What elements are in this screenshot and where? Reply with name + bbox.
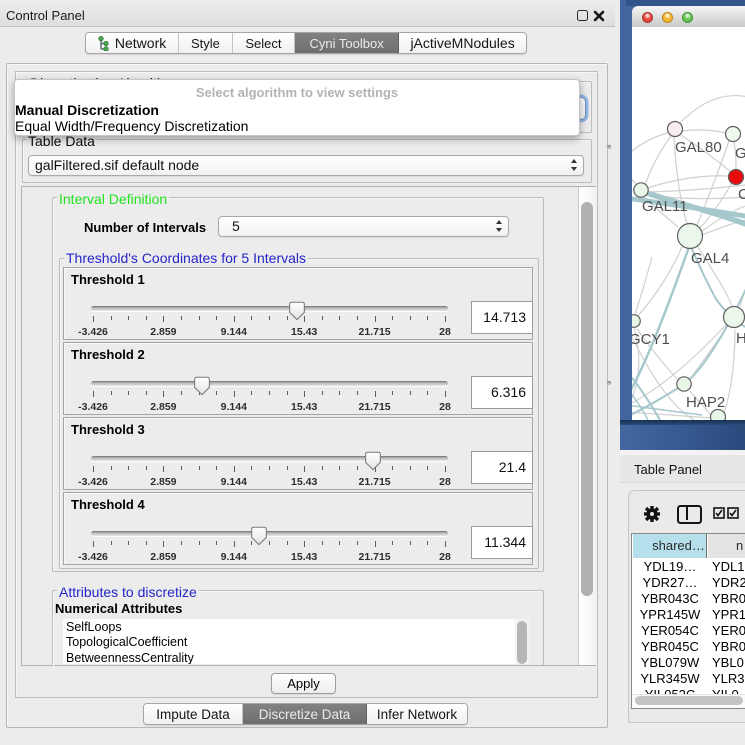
svg-text:H: H	[736, 330, 745, 347]
svg-text:GAL11: GAL11	[642, 198, 688, 215]
svg-text:GAL80: GAL80	[675, 139, 722, 156]
svg-text:GA: GA	[735, 145, 745, 162]
svg-text:GCY1: GCY1	[632, 331, 670, 348]
svg-text:HAP2: HAP2	[686, 394, 725, 411]
svg-text:C: C	[738, 186, 745, 203]
svg-text:GAL4: GAL4	[691, 250, 729, 267]
